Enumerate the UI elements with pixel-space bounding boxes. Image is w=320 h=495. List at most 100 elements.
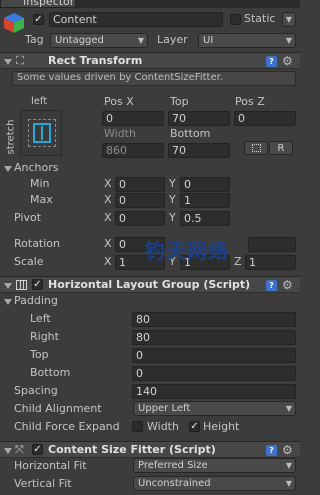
x-label: X [104, 211, 112, 224]
force-expand-height-label: Height [203, 420, 240, 433]
bottom-col-label: Bottom [170, 127, 211, 140]
child-force-expand-label: Child Force Expand [14, 420, 120, 433]
chevron-down-icon: ▼ [285, 404, 292, 413]
inspector-tab-label: Inspector [23, 0, 75, 8]
anchors-foldout-icon[interactable] [4, 166, 12, 172]
anchor-stretch-icon [33, 123, 51, 143]
anchor-max-label: Max [30, 193, 53, 206]
pivot-label: Pivot [14, 211, 42, 224]
tag-dropdown[interactable]: Untagged ▼ [50, 33, 148, 48]
foldout-icon[interactable] [4, 448, 12, 454]
layer-dropdown[interactable]: UI ▼ [198, 33, 296, 48]
pos-z-field[interactable]: 0 [234, 111, 296, 126]
anchor-max-y-field[interactable]: 1 [180, 193, 230, 208]
spacing-field[interactable]: 140 [132, 384, 296, 399]
rect-transform-header[interactable]: ⛶ Rect Transform ? ⚙ [0, 52, 300, 69]
horizontal-layout-header[interactable]: ✓ Horizontal Layout Group (Script) ? ⚙ [0, 276, 300, 293]
y-label: Y [169, 177, 176, 190]
horizontal-layout-enabled-checkbox[interactable]: ✓ [32, 279, 43, 290]
gameobject-icon [3, 12, 25, 34]
child-alignment-label: Child Alignment [14, 402, 102, 415]
layer-value: UI [203, 35, 214, 46]
foldout-icon[interactable] [4, 59, 12, 65]
width-field[interactable]: 860 [102, 143, 164, 158]
padding-bottom-field[interactable]: 0 [132, 366, 296, 381]
tag-label: Tag [25, 33, 44, 46]
anchor-min-x-field[interactable]: 0 [115, 177, 165, 192]
padding-top-label: Top [30, 348, 49, 361]
gameobject-active-checkbox[interactable]: ✓ [33, 14, 44, 25]
x-label: X [104, 193, 112, 206]
vertical-fit-dropdown[interactable]: Unconstrained ▼ [133, 476, 296, 491]
padding-left-field[interactable]: 80 [132, 312, 296, 327]
force-expand-width-label: Width [147, 420, 179, 433]
anchor-max-x-field[interactable]: 0 [115, 193, 165, 208]
pos-z-col-label: Pos Z [235, 95, 265, 108]
pivot-y-field[interactable]: 0.5 [180, 211, 230, 226]
help-icon[interactable]: ? [266, 445, 277, 456]
padding-bottom-label: Bottom [30, 366, 71, 379]
child-alignment-value: Upper Left [138, 403, 191, 414]
chevron-down-icon: ▼ [137, 36, 144, 45]
gear-icon[interactable]: ⚙ [282, 279, 293, 291]
blueprint-mode-button[interactable] [244, 141, 268, 155]
x-label: X [104, 255, 112, 268]
vertical-fit-value: Unconstrained [138, 478, 211, 489]
raw-edit-button[interactable]: R [269, 141, 293, 155]
width-col-label: Width [104, 127, 136, 140]
y-label: Y [169, 211, 176, 224]
anchor-min-y-field[interactable]: 0 [180, 177, 230, 192]
rotation-z-field[interactable] [248, 237, 296, 252]
gear-icon[interactable]: ⚙ [282, 444, 293, 456]
anchor-preset-button[interactable] [20, 110, 62, 156]
pos-x-col-label: Pos X [104, 95, 134, 108]
driven-info-text: Some values driven by ContentSizeFitter. [17, 72, 223, 83]
force-expand-height-checkbox[interactable]: ✓ [189, 421, 200, 432]
x-label: X [104, 237, 112, 250]
gameobject-name-field[interactable]: Content [49, 12, 223, 27]
horizontal-fit-dropdown[interactable]: Preferred Size ▼ [133, 458, 296, 473]
pivot-x-field[interactable]: 0 [115, 211, 165, 226]
static-checkbox[interactable] [230, 14, 241, 25]
padding-left-label: Left [30, 312, 51, 325]
padding-foldout-icon[interactable] [4, 299, 12, 305]
top-col-label: Top [170, 95, 189, 108]
anchors-label: Anchors [14, 161, 59, 174]
bottom-field[interactable]: 70 [168, 143, 230, 158]
anchor-v-label: stretch [5, 119, 17, 155]
rect-transform-title: Rect Transform [48, 54, 143, 67]
pos-x-field[interactable]: 0 [102, 111, 164, 126]
top-field[interactable]: 70 [168, 111, 230, 126]
tag-value: Untagged [55, 35, 104, 46]
content-size-fitter-icon: ⤧ [15, 443, 24, 456]
watermark-text: 钓天网络 [145, 239, 229, 263]
inspector-tab[interactable]: Inspector [0, 0, 76, 8]
child-alignment-dropdown[interactable]: Upper Left ▼ [133, 401, 296, 416]
blueprint-icon [252, 144, 261, 152]
foldout-icon[interactable] [4, 283, 12, 289]
chevron-down-icon: ▼ [285, 461, 292, 470]
padding-top-field[interactable]: 0 [132, 348, 296, 363]
z-label: Z [234, 255, 242, 268]
force-expand-width-checkbox[interactable] [132, 421, 143, 432]
horizontal-layout-title: Horizontal Layout Group (Script) [48, 278, 251, 291]
rect-transform-icon: ⛶ [16, 54, 24, 67]
x-label: X [104, 177, 112, 190]
scale-label: Scale [14, 255, 44, 268]
content-size-fitter-header[interactable]: ⤧ ✓ Content Size Fitter (Script) ? ⚙ [0, 441, 300, 458]
content-size-fitter-enabled-checkbox[interactable]: ✓ [32, 444, 43, 455]
static-dropdown[interactable]: ▼ [282, 12, 296, 27]
rotation-label: Rotation [14, 237, 61, 250]
vertical-fit-label: Vertical Fit [14, 477, 72, 490]
help-icon[interactable]: ? [266, 280, 277, 291]
spacing-label: Spacing [14, 384, 58, 397]
anchor-min-label: Min [30, 177, 50, 190]
gear-icon[interactable]: ⚙ [282, 55, 293, 67]
padding-right-field[interactable]: 80 [132, 330, 296, 345]
help-icon[interactable]: ? [266, 56, 277, 67]
scale-z-field[interactable]: 1 [245, 255, 296, 270]
anchor-h-label: left [31, 96, 48, 107]
padding-label: Padding [14, 294, 58, 307]
y-label: Y [169, 193, 176, 206]
content-size-fitter-title: Content Size Fitter (Script) [48, 443, 216, 456]
